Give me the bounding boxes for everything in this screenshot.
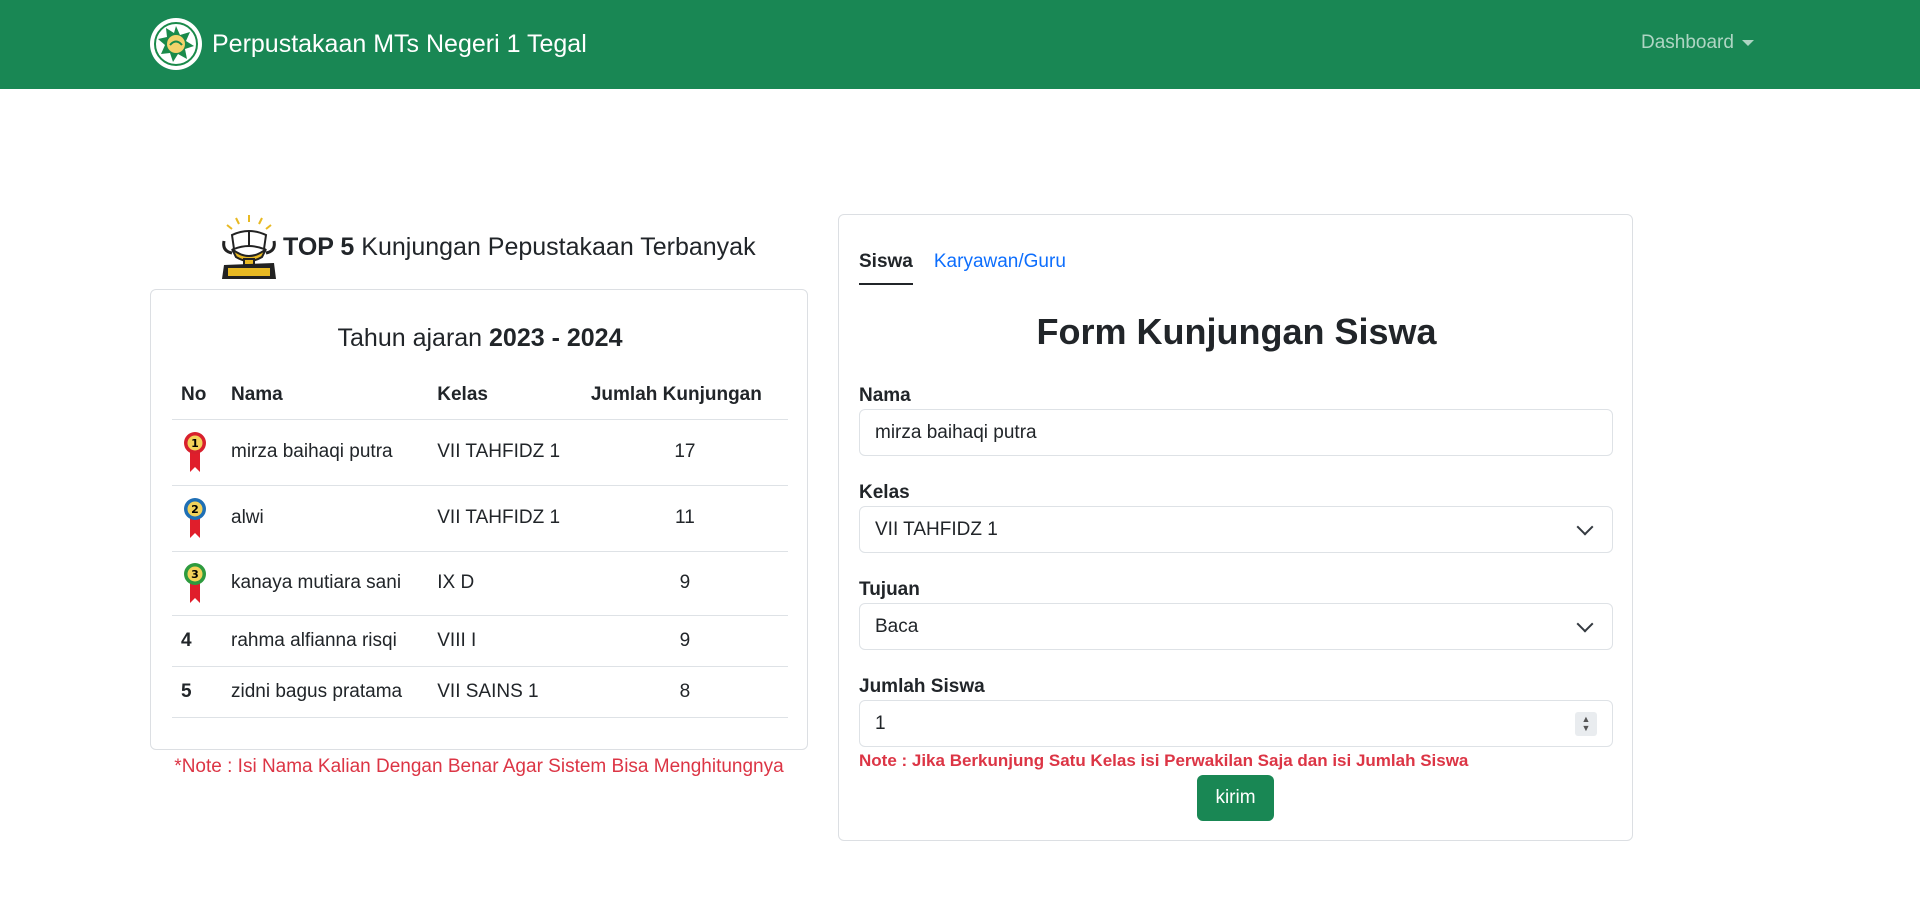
school-year: Tahun ajaran 2023 - 2024 — [151, 324, 809, 353]
svg-text:2: 2 — [191, 503, 199, 516]
dashboard-label: Dashboard — [1641, 32, 1734, 53]
jumlah-siswa-input[interactable]: 1 ▲ ▼ — [859, 700, 1613, 747]
caret-down-icon — [1741, 40, 1754, 46]
table-row: 3 kanaya mutiara sani IX D 9 — [172, 551, 788, 616]
tujuan-value: Baca — [875, 615, 919, 637]
jumlah-value: 1 — [875, 712, 886, 734]
jumlah-label: Jumlah Siswa — [859, 676, 985, 697]
ranking-heading: TOP 5 Kunjungan Pepustakaan Terbanyak — [218, 212, 756, 282]
row-jumlah: 9 — [581, 551, 788, 616]
ranking-title-bold: TOP 5 — [283, 232, 355, 261]
tab-karyawan-guru[interactable]: Karyawan/Guru — [934, 251, 1066, 285]
row-nama: zidni bagus pratama — [222, 666, 429, 718]
svg-text:3: 3 — [191, 568, 199, 581]
app-title: Perpustakaan MTs Negeri 1 Tegal — [212, 29, 587, 58]
row-kelas: IX D — [428, 551, 582, 616]
nama-label: Nama — [859, 385, 911, 406]
table-row: 4 rahma alfianna risqi VIII I 9 — [172, 615, 788, 667]
table-row: 2 alwi VII TAHFIDZ 1 11 — [172, 485, 788, 552]
row-nama: mirza baihaqi putra — [222, 419, 429, 486]
row-no: 5 — [172, 666, 222, 718]
form-title: Form Kunjungan Siswa — [1036, 311, 1437, 352]
ranking-note: *Note : Isi Nama Kalian Dengan Benar Aga… — [174, 756, 784, 777]
dashboard-dropdown[interactable]: Dashboard — [1641, 32, 1754, 54]
form-tabs: Siswa Karyawan/Guru — [859, 251, 1087, 285]
row-jumlah: 9 — [581, 615, 788, 667]
number-spinner-icon[interactable]: ▲ ▼ — [1575, 711, 1597, 736]
medal-icon: 2 — [184, 498, 206, 538]
col-kelas: Kelas — [428, 372, 582, 420]
visit-form-card: Siswa Karyawan/Guru Form Kunjungan Siswa… — [838, 214, 1633, 841]
row-kelas: VII TAHFIDZ 1 — [428, 485, 582, 552]
row-jumlah: 8 — [581, 666, 788, 718]
tujuan-label: Tujuan — [859, 579, 920, 600]
nama-value: mirza baihaqi putra — [875, 421, 1037, 443]
tab-siswa[interactable]: Siswa — [859, 251, 913, 285]
form-note: Note : Jika Berkunjung Satu Kelas isi Pe… — [859, 751, 1469, 770]
school-logo-icon — [150, 18, 202, 70]
navbar: Perpustakaan MTs Negeri 1 Tegal Dashboar… — [0, 0, 1920, 89]
rank-medal-1: 1 — [172, 419, 222, 486]
kelas-select[interactable]: VII TAHFIDZ 1 — [859, 506, 1613, 553]
row-jumlah: 17 — [581, 419, 788, 486]
ranking-card: Tahun ajaran 2023 - 2024 No Nama Kelas J… — [150, 289, 808, 750]
row-nama: rahma alfianna risqi — [222, 615, 429, 667]
row-jumlah: 11 — [581, 485, 788, 552]
chevron-down-icon — [1576, 615, 1594, 632]
col-no: No — [172, 372, 222, 420]
medal-icon: 3 — [184, 563, 206, 603]
row-nama: kanaya mutiara sani — [222, 551, 429, 616]
tujuan-select[interactable]: Baca — [859, 603, 1613, 650]
submit-button[interactable]: kirim — [1197, 775, 1274, 821]
kelas-label: Kelas — [859, 482, 910, 503]
year-prefix: Tahun ajaran — [337, 324, 490, 352]
year-value: 2023 - 2024 — [489, 324, 623, 352]
nama-input[interactable]: mirza baihaqi putra — [859, 409, 1613, 456]
chevron-down-icon — [1576, 518, 1594, 535]
svg-text:1: 1 — [191, 437, 199, 450]
row-kelas: VII SAINS 1 — [428, 666, 582, 718]
rank-medal-3: 3 — [172, 551, 222, 616]
row-no: 4 — [172, 615, 222, 667]
row-kelas: VIII I — [428, 615, 582, 667]
rank-medal-2: 2 — [172, 485, 222, 552]
ranking-title: Kunjungan Pepustakaan Terbanyak — [354, 232, 756, 261]
table-row: 5 zidni bagus pratama VII SAINS 1 8 — [172, 666, 788, 718]
kelas-value: VII TAHFIDZ 1 — [875, 518, 998, 540]
table-row: 1 mirza baihaqi putra VII TAHFIDZ 1 17 — [172, 419, 788, 486]
row-kelas: VII TAHFIDZ 1 — [428, 419, 582, 486]
col-nama: Nama — [222, 372, 429, 420]
row-nama: alwi — [222, 485, 429, 552]
ranking-table: No Nama Kelas Jumlah Kunjungan 1 mirza b… — [172, 372, 788, 718]
reading-champion-trophy-icon — [222, 215, 276, 279]
medal-icon: 1 — [184, 432, 206, 472]
col-jumlah: Jumlah Kunjungan — [581, 372, 788, 420]
brand[interactable]: Perpustakaan MTs Negeri 1 Tegal — [150, 18, 587, 70]
